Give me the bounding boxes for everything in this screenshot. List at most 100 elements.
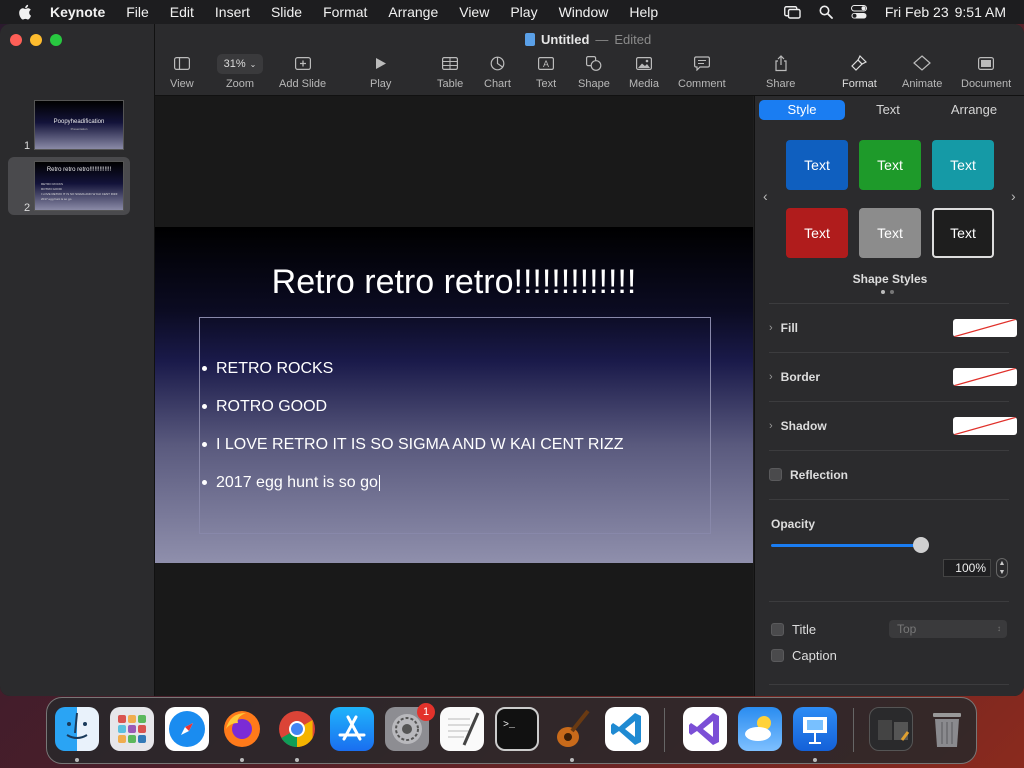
chevron-down-icon: ⌄ bbox=[249, 59, 257, 69]
shape-style-outline[interactable]: Text bbox=[932, 208, 994, 258]
chrome-icon[interactable] bbox=[275, 707, 319, 751]
tab-style[interactable]: Style bbox=[759, 100, 845, 120]
opacity-slider-knob[interactable] bbox=[913, 537, 929, 553]
menu-app-keynote[interactable]: Keynote bbox=[50, 4, 105, 20]
page-dot[interactable] bbox=[890, 290, 894, 294]
view-button[interactable]: View bbox=[170, 54, 194, 90]
shape-button[interactable]: Shape bbox=[578, 54, 610, 90]
format-button[interactable]: Format bbox=[812, 47, 877, 90]
slide-thumbnail-1[interactable]: Poopyheadification Presentation bbox=[34, 100, 124, 150]
menu-edit[interactable]: Edit bbox=[170, 4, 194, 20]
close-button[interactable] bbox=[10, 34, 22, 46]
textedit-icon[interactable] bbox=[440, 707, 484, 751]
menu-window[interactable]: Window bbox=[559, 4, 609, 20]
menu-view[interactable]: View bbox=[459, 4, 489, 20]
caption-option[interactable]: Caption bbox=[771, 648, 837, 663]
menu-help[interactable]: Help bbox=[629, 4, 658, 20]
launchpad-icon[interactable] bbox=[110, 707, 154, 751]
menu-format[interactable]: Format bbox=[323, 4, 367, 20]
media-button[interactable]: Media bbox=[629, 54, 659, 90]
animate-button[interactable]: Animate bbox=[902, 54, 942, 90]
slide-body-textbox[interactable]: RETRO ROCKS ROTRO GOOD I LOVE RETRO IT I… bbox=[199, 317, 711, 534]
shape-style-red[interactable]: Text bbox=[786, 208, 848, 258]
format-inspector: Style Text Arrange ‹ › Text Text Text Te… bbox=[754, 96, 1024, 696]
title-position-dropdown[interactable]: Top ↕ bbox=[889, 620, 1007, 638]
comment-button[interactable]: Comment bbox=[678, 54, 726, 90]
screen-mirroring-icon[interactable] bbox=[783, 5, 801, 19]
chevron-right-icon[interactable]: › bbox=[1011, 188, 1016, 204]
text-button[interactable]: A Text bbox=[536, 54, 556, 90]
vscode-icon[interactable] bbox=[605, 707, 649, 751]
apple-menu-icon[interactable] bbox=[18, 4, 32, 20]
opacity-stepper[interactable]: ▲ ▼ bbox=[996, 558, 1008, 578]
shape-style-teal[interactable]: Text bbox=[932, 140, 994, 190]
add-slide-button[interactable]: Add Slide bbox=[279, 54, 326, 90]
control-center-icon[interactable] bbox=[850, 5, 867, 19]
visual-studio-icon[interactable] bbox=[683, 707, 727, 751]
app-store-icon[interactable] bbox=[330, 707, 374, 751]
bullet-item[interactable]: 2017 egg hunt is so go bbox=[200, 474, 380, 492]
tab-text[interactable]: Text bbox=[845, 100, 931, 120]
menu-file[interactable]: File bbox=[126, 4, 149, 20]
menu-arrange[interactable]: Arrange bbox=[388, 4, 438, 20]
table-button[interactable]: Table bbox=[437, 54, 463, 90]
shape-style-gray[interactable]: Text bbox=[859, 208, 921, 258]
reflection-checkbox[interactable] bbox=[769, 468, 782, 481]
reflection-section[interactable]: Reflection bbox=[769, 450, 1009, 498]
weather-icon[interactable] bbox=[738, 707, 782, 751]
menu-play[interactable]: Play bbox=[510, 4, 537, 20]
menu-insert[interactable]: Insert bbox=[215, 4, 250, 20]
bullet-item[interactable]: RETRO ROCKS bbox=[200, 360, 333, 378]
add-slide-icon bbox=[294, 56, 311, 70]
chart-button[interactable]: Chart bbox=[484, 54, 511, 90]
page-dot[interactable] bbox=[881, 290, 885, 294]
chevron-left-icon[interactable]: ‹ bbox=[763, 188, 768, 204]
play-button[interactable]: Play bbox=[370, 54, 391, 90]
opacity-slider[interactable] bbox=[771, 544, 921, 547]
spotlight-search-icon[interactable] bbox=[819, 5, 833, 19]
bullet-item[interactable]: I LOVE RETRO IT IS SO SIGMA AND W KAI CE… bbox=[200, 436, 623, 454]
keynote-icon[interactable] bbox=[793, 707, 837, 751]
menu-slide[interactable]: Slide bbox=[271, 4, 302, 20]
safari-icon[interactable] bbox=[165, 707, 209, 751]
thumbnail-subtitle: Presentation bbox=[70, 127, 88, 131]
dock: 1 >_ bbox=[46, 697, 977, 764]
document-title: Untitled — Edited bbox=[525, 32, 651, 47]
garageband-icon[interactable] bbox=[550, 707, 594, 751]
share-icon bbox=[775, 54, 787, 71]
minimize-button[interactable] bbox=[30, 34, 42, 46]
slide-thumbnail-2[interactable]: Retro retro retro!!!!!!!!!!!!! RETRO ROC… bbox=[34, 161, 124, 211]
zoom-dropdown[interactable]: 31% ⌄ bbox=[217, 54, 263, 74]
firefox-icon[interactable] bbox=[220, 707, 264, 751]
bullet-item[interactable]: ROTRO GOOD bbox=[200, 398, 327, 416]
fullscreen-button[interactable] bbox=[50, 34, 62, 46]
slide-title[interactable]: Retro retro retro!!!!!!!!!!!!! bbox=[155, 263, 753, 302]
title-checkbox[interactable] bbox=[771, 623, 784, 636]
tab-arrange[interactable]: Arrange bbox=[931, 100, 1017, 120]
terminal-icon[interactable]: >_ bbox=[495, 707, 539, 751]
trash-icon[interactable] bbox=[925, 707, 969, 751]
document-button[interactable]: Document bbox=[961, 54, 1011, 90]
title-option[interactable]: Title bbox=[771, 622, 816, 637]
slide[interactable]: Retro retro retro!!!!!!!!!!!!! RETRO ROC… bbox=[155, 227, 753, 563]
border-color-well[interactable] bbox=[953, 367, 1017, 386]
divider bbox=[769, 684, 1009, 685]
thumbnail-bullet: I LOVE RETRO IT IS SO SIGMA AND W KAI CE… bbox=[41, 192, 118, 196]
thumbnail-title: Retro retro retro!!!!!!!!!!!!! bbox=[46, 167, 112, 173]
shape-style-green[interactable]: Text bbox=[859, 140, 921, 190]
menubar-date[interactable]: Fri Feb 23 9:51 AM bbox=[885, 4, 1006, 20]
opacity-value-field[interactable]: 100% bbox=[943, 559, 991, 577]
shadow-color-well[interactable] bbox=[953, 416, 1017, 435]
finder-icon[interactable] bbox=[55, 707, 99, 751]
fill-section[interactable]: › Fill bbox=[769, 303, 1017, 351]
shadow-section[interactable]: › Shadow bbox=[769, 401, 1017, 449]
shape-style-blue[interactable]: Text bbox=[786, 140, 848, 190]
border-section[interactable]: › Border bbox=[769, 352, 1017, 400]
fill-color-well[interactable] bbox=[953, 318, 1017, 337]
animate-icon bbox=[913, 55, 932, 71]
caption-checkbox[interactable] bbox=[771, 649, 784, 662]
share-button[interactable]: Share bbox=[766, 54, 795, 90]
system-settings-icon[interactable]: 1 bbox=[385, 703, 435, 751]
zoom-control[interactable]: 31% ⌄ Zoom bbox=[217, 54, 263, 90]
downloads-icon[interactable] bbox=[869, 707, 913, 751]
